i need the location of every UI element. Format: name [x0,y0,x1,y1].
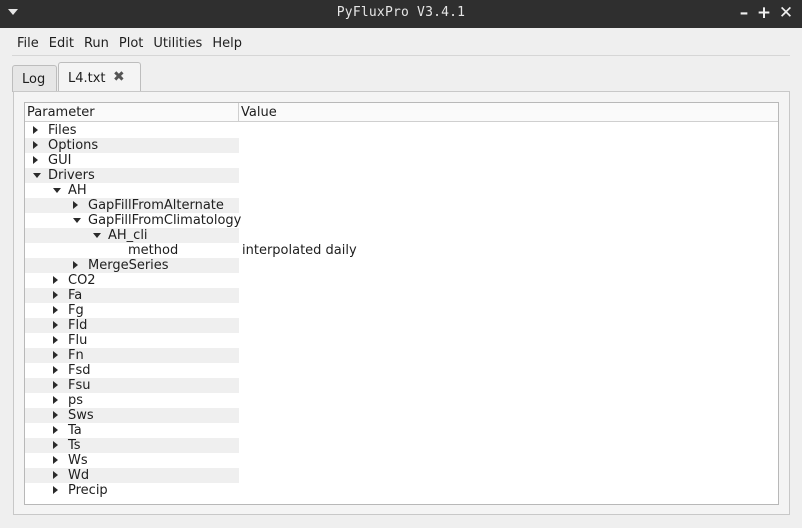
menu-edit[interactable]: Edit [44,34,79,53]
tree-row[interactable]: AH [25,183,778,198]
row-label: Fld [68,318,88,333]
tree-row[interactable]: Fn [25,348,778,363]
row-label: Fa [68,288,83,303]
expand-right-arrow-icon[interactable] [53,471,58,479]
close-window-button[interactable]: ✕ [776,3,796,23]
expand-right-arrow-icon[interactable] [53,366,58,374]
row-label: AH [68,183,87,198]
expand-right-arrow-icon[interactable] [53,426,58,434]
tree-row[interactable]: Sws [25,408,778,423]
expand-right-arrow-icon[interactable] [53,396,58,404]
tree-row[interactable]: Wd [25,468,778,483]
row-value[interactable]: interpolated daily [242,243,357,258]
expand-right-arrow-icon[interactable] [53,456,58,464]
row-label: AH_cli [108,228,148,243]
parameter-tree[interactable]: Parameter Value Files Options GUI Drivers AH… [24,102,779,505]
row-label: Precip [68,483,108,498]
expand-right-arrow-icon[interactable] [53,306,58,314]
row-label: method [128,243,179,258]
row-label: Fg [68,303,84,318]
row-label: CO2 [68,273,96,288]
row-label: Drivers [48,168,95,183]
row-label: GapFillFromClimatology [88,213,242,228]
expand-down-arrow-icon[interactable] [73,218,81,223]
row-label: Files [48,123,77,138]
maximize-button[interactable]: + [754,3,774,23]
menu-divider [12,55,790,56]
tree-row[interactable]: GapFillFromClimatology [25,213,778,228]
tree-row[interactable]: CO2 [25,273,778,288]
tree-row[interactable]: Fld [25,318,778,333]
row-label: Ta [68,423,82,438]
title-bar: PyFluxPro V3.4.1 – + ✕ [0,0,802,28]
expand-right-arrow-icon[interactable] [53,351,58,359]
tree-row[interactable]: Ts [25,438,778,453]
window-title: PyFluxPro V3.4.1 [336,5,466,20]
tab-content-panel: Parameter Value Files Options GUI Drivers AH… [13,91,790,515]
row-label: Wd [68,468,90,483]
row-label: Flu [68,333,88,348]
tree-row[interactable]: Fg [25,303,778,318]
expand-down-arrow-icon[interactable] [53,188,61,193]
expand-right-arrow-icon[interactable] [53,381,58,389]
row-label: Fsd [68,363,91,378]
expand-right-arrow-icon[interactable] [53,411,58,419]
row-label: MergeSeries [88,258,169,273]
menu-run[interactable]: Run [79,34,114,53]
expand-right-arrow-icon[interactable] [53,321,58,329]
row-label: ps [68,393,84,408]
tree-row[interactable]: GUI [25,153,778,168]
header-separator[interactable] [238,103,239,122]
tree-row[interactable]: Files [25,123,778,138]
tree-row[interactable]: Fsd [25,363,778,378]
row-label: Sws [68,408,94,423]
tree-row[interactable]: MergeSeries [25,258,778,273]
expand-down-arrow-icon[interactable] [93,233,101,238]
row-label: Fn [68,348,84,363]
expand-right-arrow-icon[interactable] [33,141,38,149]
row-label: Options [48,138,99,153]
expand-right-arrow-icon[interactable] [53,291,58,299]
tree-row[interactable]: Options [25,138,778,153]
menu-help[interactable]: Help [207,34,247,53]
row-label: Ts [68,438,81,453]
expand-right-arrow-icon[interactable] [73,261,78,269]
tree-row[interactable]: Drivers [25,168,778,183]
close-tab-icon[interactable]: ✖ [113,69,125,85]
expand-down-arrow-icon[interactable] [33,173,41,178]
row-label: GUI [48,153,72,168]
tab-log-label: Log [22,72,46,87]
tree-row[interactable]: AH_cli [25,228,778,243]
tree-row[interactable]: Ws [25,453,778,468]
tree-row[interactable]: Fa [25,288,778,303]
tree-row[interactable]: Ta [25,423,778,438]
tree-row[interactable]: Flu [25,333,778,348]
menu-file[interactable]: File [12,34,44,53]
minimize-button[interactable]: – [734,3,754,23]
tab-log[interactable]: Log [12,65,57,92]
tree-row[interactable]: GapFillFromAlternate [25,198,778,213]
expand-right-arrow-icon[interactable] [73,201,78,209]
expand-right-arrow-icon[interactable] [53,441,58,449]
expand-right-arrow-icon[interactable] [33,126,38,134]
tree-row[interactable]: Precip [25,483,778,498]
tab-l4-txt[interactable]: L4.txt ✖ [58,62,141,93]
expand-right-arrow-icon[interactable] [53,276,58,284]
header-parameter[interactable]: Parameter [27,105,95,120]
expand-right-arrow-icon[interactable] [53,336,58,344]
menu-bar: File Edit Run Plot Utilities Help [12,34,247,56]
row-label: Ws [68,453,88,468]
tree-row[interactable]: method interpolated daily [25,243,778,258]
expand-right-arrow-icon[interactable] [33,156,38,164]
tab-l4-txt-label: L4.txt [68,71,106,86]
row-label: Fsu [68,378,91,393]
tree-header: Parameter Value [25,103,778,122]
header-value[interactable]: Value [241,105,277,120]
row-label: GapFillFromAlternate [88,198,224,213]
tree-row[interactable]: Fsu [25,378,778,393]
expand-right-arrow-icon[interactable] [53,486,58,494]
menu-plot[interactable]: Plot [114,34,149,53]
tree-row[interactable]: ps [25,393,778,408]
menu-utilities[interactable]: Utilities [148,34,207,53]
